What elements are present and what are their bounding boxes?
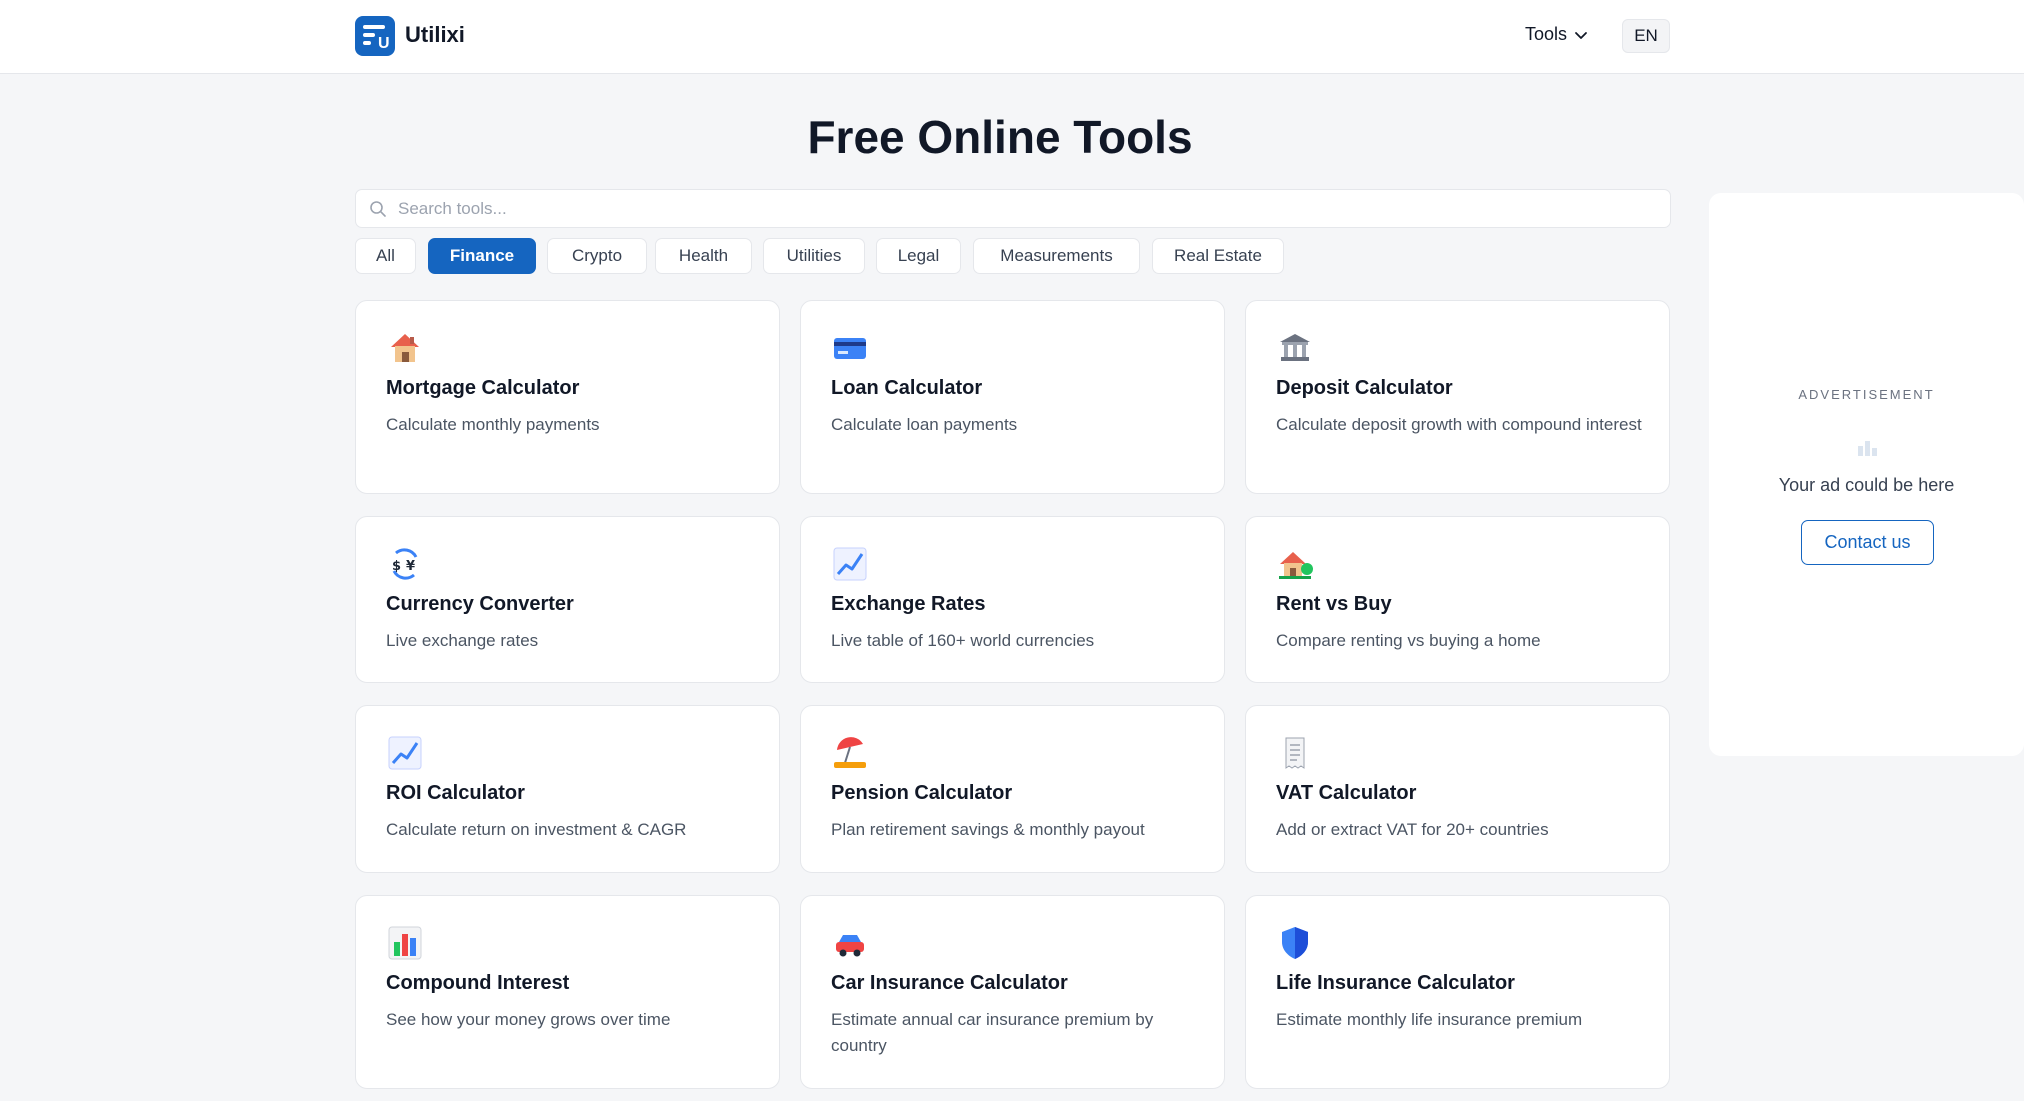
page-title: Free Online Tools xyxy=(807,111,1193,163)
receipt-icon xyxy=(1285,737,1305,769)
svg-text:¥: ¥ xyxy=(406,559,415,574)
contact-us-button[interactable]: Contact us xyxy=(1801,520,1934,565)
card-title: Loan Calculator xyxy=(831,377,983,399)
filter-all[interactable]: All xyxy=(355,238,416,274)
tool-card[interactable]: Life Insurance Calculator Estimate month… xyxy=(1245,895,1670,1089)
filter-finance[interactable]: Finance xyxy=(428,238,536,274)
tools-dropdown[interactable]: Tools xyxy=(1525,24,1589,45)
card-title: Pension Calculator xyxy=(831,782,1013,804)
card-description: Calculate monthly payments xyxy=(386,415,600,434)
filter-health[interactable]: Health xyxy=(655,238,752,274)
card-description: Live exchange rates xyxy=(386,631,539,650)
house-with-garden-icon xyxy=(1279,552,1313,579)
tool-card[interactable]: Mortgage Calculator Calculate monthly pa… xyxy=(355,300,780,494)
chart-increasing-icon xyxy=(388,736,422,770)
card-title: Deposit Calculator xyxy=(1276,377,1453,399)
logo-letter: U xyxy=(378,35,390,52)
svg-text:$: $ xyxy=(392,559,401,574)
card-description: See how your money grows over time xyxy=(386,1010,671,1029)
filter-measurements[interactable]: Measurements xyxy=(973,238,1140,274)
card-title: Currency Converter xyxy=(386,593,574,615)
card-description: Estimate annual car insurance premium by… xyxy=(831,1010,1154,1055)
card-description: Estimate monthly life insurance premium xyxy=(1276,1010,1583,1029)
car-icon xyxy=(836,935,864,957)
card-description: Compare renting vs buying a home xyxy=(1276,631,1541,650)
ad-label: ADVERTISEMENT xyxy=(1798,387,1935,402)
filter-legal[interactable]: Legal xyxy=(876,238,961,274)
card-title: Mortgage Calculator xyxy=(386,377,580,399)
filter-real-estate[interactable]: Real Estate xyxy=(1152,238,1284,274)
tool-card[interactable]: Rent vs Buy Compare renting vs buying a … xyxy=(1245,516,1670,683)
currency-exchange-icon: $ ¥ xyxy=(392,548,418,580)
card-description: Plan retirement savings & monthly payout xyxy=(831,820,1145,839)
tool-card[interactable]: Car Insurance Calculator Estimate annual… xyxy=(800,895,1225,1089)
ad-panel: ADVERTISEMENT Your ad could be here Cont… xyxy=(1709,193,2024,756)
tool-card[interactable]: Pension Calculator Plan retirement savin… xyxy=(800,705,1225,873)
beach-umbrella-icon xyxy=(834,737,866,768)
bar-chart-icon xyxy=(1858,441,1877,456)
card-title: Exchange Rates xyxy=(831,593,986,615)
filter-crypto[interactable]: Crypto xyxy=(547,238,647,274)
chart-increasing-icon xyxy=(833,547,867,581)
card-title: VAT Calculator xyxy=(1276,782,1417,804)
top-header: U Utilixi Tools EN xyxy=(0,0,2024,74)
card-title: Car Insurance Calculator xyxy=(831,972,1068,994)
card-description: Calculate deposit growth with compound i… xyxy=(1276,415,1642,434)
chevron-down-icon xyxy=(1575,31,1587,39)
filter-utilities[interactable]: Utilities xyxy=(763,238,865,274)
card-title: ROI Calculator xyxy=(386,782,525,804)
tool-card[interactable]: Deposit Calculator Calculate deposit gro… xyxy=(1245,300,1670,494)
card-description: Calculate loan payments xyxy=(831,415,1018,434)
search-icon xyxy=(370,201,386,217)
card-description: Live table of 160+ world currencies xyxy=(831,631,1095,650)
tool-card[interactable]: Exchange Rates Live table of 160+ world … xyxy=(800,516,1225,683)
search-input[interactable] xyxy=(398,190,1658,227)
search-box[interactable] xyxy=(355,189,1671,228)
tool-card[interactable]: Compound Interest See how your money gro… xyxy=(355,895,780,1089)
tool-card[interactable]: $ ¥ Currency Converter Live exchange rat… xyxy=(355,516,780,683)
house-icon xyxy=(391,334,419,362)
credit-card-icon xyxy=(834,338,866,359)
card-description: Calculate return on investment & CAGR xyxy=(386,820,687,839)
bar-chart-icon xyxy=(388,926,422,960)
bank-icon xyxy=(1280,334,1310,361)
card-title: Compound Interest xyxy=(386,972,570,994)
shield-icon xyxy=(1282,927,1308,959)
card-title: Life Insurance Calculator xyxy=(1276,972,1515,994)
brand-name[interactable]: Utilixi xyxy=(405,22,465,48)
logo-icon[interactable]: U xyxy=(355,16,395,56)
card-title: Rent vs Buy xyxy=(1276,593,1392,615)
tools-label: Tools xyxy=(1525,24,1568,44)
card-description: Add or extract VAT for 20+ countries xyxy=(1276,820,1549,839)
ad-text: Your ad could be here xyxy=(1778,475,1955,495)
tool-card[interactable]: ROI Calculator Calculate return on inves… xyxy=(355,705,780,873)
language-button[interactable]: EN xyxy=(1622,19,1670,53)
tool-card[interactable]: VAT Calculator Add or extract VAT for 20… xyxy=(1245,705,1670,873)
tool-card[interactable]: Loan Calculator Calculate loan payments xyxy=(800,300,1225,494)
